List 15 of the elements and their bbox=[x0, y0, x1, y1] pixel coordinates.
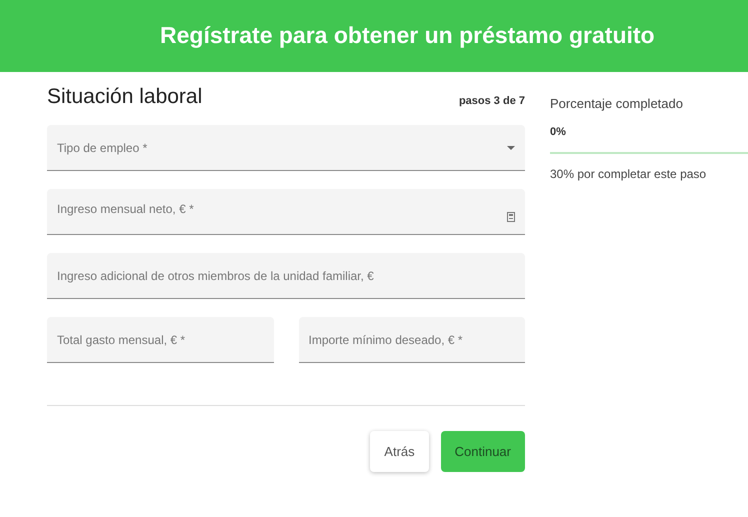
back-button[interactable]: Atrás bbox=[370, 431, 429, 472]
page-title: Regístrate para obtener un préstamo gratuito bbox=[160, 22, 655, 50]
input-field[interactable]: Ingreso adicional de otros miembros de la unidad familiar, € bbox=[47, 253, 525, 300]
progress-note: 30% por completar este paso bbox=[550, 166, 708, 183]
step-counter: pasos 3 de 7 bbox=[458, 94, 525, 109]
input-field[interactable]: Ingreso mensual neto, € * bbox=[47, 189, 525, 236]
caret-icon[interactable] bbox=[507, 146, 515, 150]
section-title: Situación laboral bbox=[47, 84, 202, 110]
progress-title: Porcentaje completado bbox=[550, 95, 684, 113]
calculator-icon bbox=[507, 212, 515, 222]
continue-button[interactable]: Continuar bbox=[440, 431, 525, 472]
input-field[interactable]: Importe mínimo deseado, € * bbox=[298, 317, 525, 364]
input-field[interactable]: Total gasto mensual, € * bbox=[47, 317, 274, 364]
dropdown-field[interactable]: Tipo de empleo * bbox=[47, 125, 525, 172]
progress-value: 0% bbox=[550, 124, 567, 140]
